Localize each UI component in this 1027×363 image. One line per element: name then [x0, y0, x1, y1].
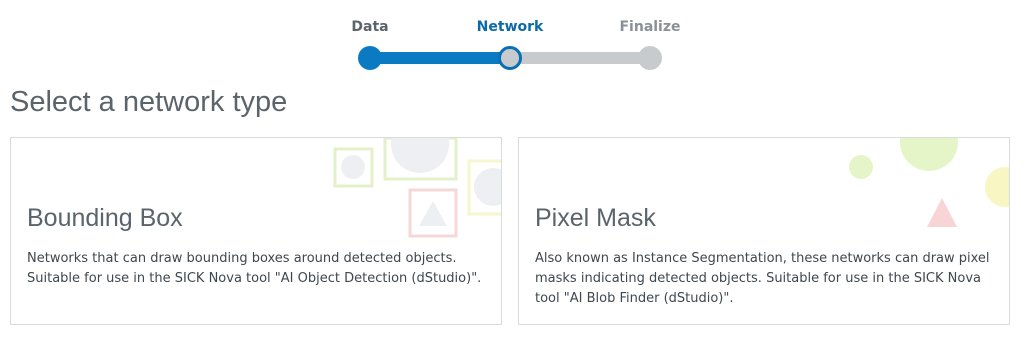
- step-network-dot[interactable]: [498, 46, 522, 70]
- bounding-box-card[interactable]: Bounding Box Networks that can draw boun…: [10, 137, 502, 325]
- card-description: Also known as Instance Segmentation, the…: [535, 251, 990, 306]
- step-data-label[interactable]: Data: [351, 19, 388, 35]
- progress-stepper: Data Network Finalize: [0, 0, 1027, 80]
- progress-track-remaining: [510, 52, 650, 64]
- step-network-label[interactable]: Network: [477, 19, 544, 35]
- step-finalize-label[interactable]: Finalize: [619, 19, 680, 35]
- page-title: Select a network type: [10, 86, 288, 118]
- card-description: Networks that can draw bounding boxes ar…: [27, 251, 482, 286]
- step-data-dot[interactable]: [358, 46, 382, 70]
- card-title: Bounding Box: [27, 204, 183, 232]
- progress-track-filled: [370, 52, 510, 64]
- pixel-mask-card[interactable]: Pixel Mask Also known as Instance Segmen…: [518, 137, 1010, 325]
- card-title: Pixel Mask: [535, 204, 656, 232]
- step-finalize-dot[interactable]: [638, 46, 662, 70]
